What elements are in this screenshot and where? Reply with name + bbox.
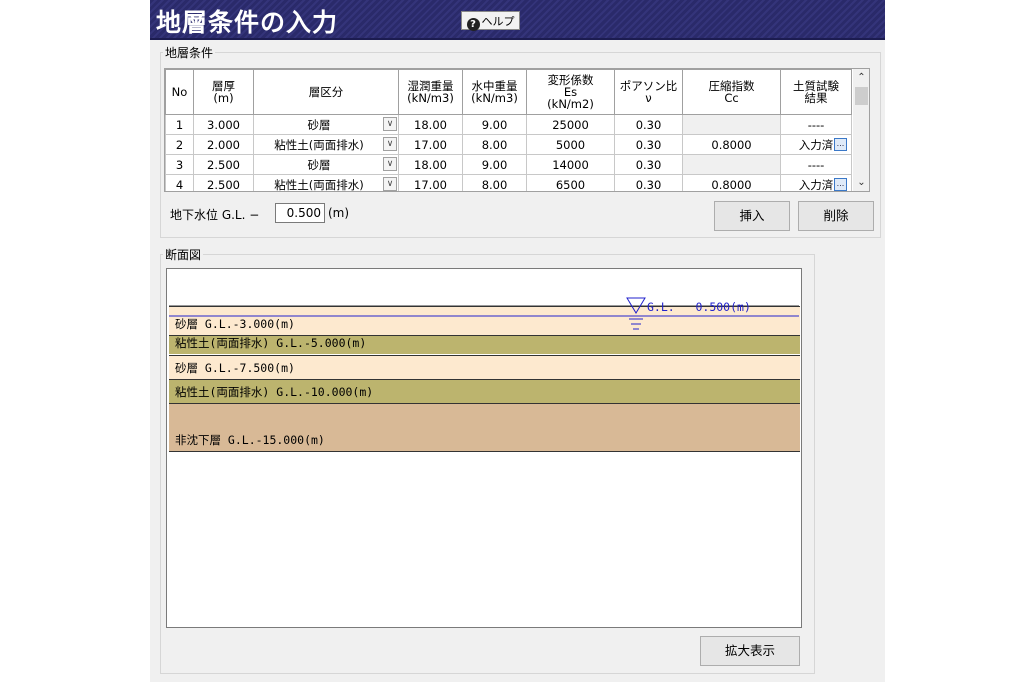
header-col-poisson: ポアソン比 ν [614, 69, 683, 115]
header-col-no: No [165, 69, 194, 115]
insert-button[interactable]: 挿入 [714, 201, 790, 231]
chevron-down-icon[interactable]: ∨ [383, 177, 397, 191]
table-row[interactable]: 3 2.500 砂層 ∨ 18.00 9.00 14000 0.30 ---- [165, 154, 852, 175]
cell-type[interactable]: 砂層 ∨ [253, 114, 399, 135]
cell-sub[interactable]: 8.00 [462, 134, 527, 155]
header-col-thickness: 層厚 (m) [193, 69, 254, 115]
cell-no[interactable]: 4 [165, 174, 194, 191]
gl-label: G.L. [647, 300, 675, 314]
test-result-value: ---- [807, 117, 825, 132]
cell-thickness[interactable]: 2.500 [193, 154, 254, 175]
strata-grid: No 層厚 (m) 層区分 湿潤重量 (kN/m3) 水中重量 (kN/m3) 変形係数 … [165, 69, 852, 192]
cell-cc[interactable]: 0.8000 [682, 174, 781, 191]
cell-wet[interactable]: 18.00 [398, 154, 463, 175]
cell-sub[interactable]: 9.00 [462, 154, 527, 175]
cell-cc[interactable]: 0.8000 [682, 134, 781, 155]
table-header-row: No 層厚 (m) 層区分 湿潤重量 (kN/m3) 水中重量 (kN/m3) 変形係数 … [165, 69, 852, 115]
header-col-type: 層区分 [253, 69, 399, 115]
cell-result[interactable]: 入力済... [780, 134, 852, 155]
zoom-display-button[interactable]: 拡大表示 [700, 636, 800, 666]
cell-result[interactable]: ---- [780, 154, 852, 175]
cell-no[interactable]: 2 [165, 134, 194, 155]
cross-section-view: 砂層 G.L.-3.000(m) 粘性土(両面排水) G.L.-5.000(m) 砂… [166, 268, 802, 628]
header-col-sub-weight: 水中重量 (kN/m3) [462, 69, 527, 115]
help-button[interactable]: ? ヘルプ [461, 11, 520, 31]
layer-type-value: 砂層 [307, 157, 331, 172]
cell-nu[interactable]: 0.30 [614, 114, 683, 135]
cell-thickness[interactable]: 2.500 [193, 174, 254, 191]
chevron-down-icon[interactable]: ∨ [383, 117, 397, 131]
ellipsis-icon[interactable]: ... [834, 138, 847, 151]
cell-nu[interactable]: 0.30 [614, 174, 683, 191]
soil-layer: 砂層 G.L.-7.500(m) [169, 354, 800, 379]
table-row[interactable]: 1 3.000 砂層 ∨ 18.00 9.00 25000 0.30 ---- [165, 114, 852, 135]
test-result-value: 入力済 [798, 177, 834, 192]
header-col-wet-weight: 湿潤重量 (kN/m3) [398, 69, 463, 115]
test-result-value: 入力済 [798, 137, 834, 152]
title-bar: 地層条件の入力 ? ヘルプ [150, 0, 885, 40]
table-row[interactable]: 2 2.000 粘性土(両面排水) ∨ 17.00 8.00 5000 0.30 0.8000 入… [165, 134, 852, 155]
chevron-down-icon[interactable]: ∨ [383, 157, 397, 171]
water-level-label: G.L. 0.500(m) [647, 300, 751, 314]
cell-cc[interactable] [682, 154, 781, 175]
cell-thickness[interactable]: 3.000 [193, 114, 254, 135]
cell-result[interactable]: ---- [780, 114, 852, 135]
soil-layer-label: 非沈下層 G.L.-15.000(m) [175, 432, 325, 447]
question-icon: ? [466, 18, 480, 31]
strata-group-label: 地層条件 [163, 44, 216, 61]
soil-layer: 粘性土(両面排水) G.L.-10.000(m) [169, 378, 800, 403]
cell-sub[interactable]: 9.00 [462, 114, 527, 135]
section-group-label: 断面図 [163, 246, 204, 263]
chevron-down-icon[interactable]: ∨ [383, 137, 397, 151]
header-col-cc: 圧縮指数 Cc [682, 69, 781, 115]
scroll-thumb[interactable] [855, 87, 868, 105]
water-depth-value: 0.500(m) [695, 300, 751, 314]
cell-wet[interactable]: 17.00 [398, 174, 463, 191]
soil-layer-label: 粘性土(両面排水) G.L.-10.000(m) [175, 385, 374, 399]
layer-type-value: 砂層 [307, 117, 331, 132]
cell-es[interactable]: 5000 [526, 134, 615, 155]
groundwater-label: 地下水位 G.L. − [170, 208, 260, 222]
cell-cc[interactable] [682, 114, 781, 135]
scroll-down-icon[interactable]: ⌄ [853, 174, 869, 191]
cell-nu[interactable]: 0.30 [614, 154, 683, 175]
cell-sub[interactable]: 8.00 [462, 174, 527, 191]
cell-wet[interactable]: 18.00 [398, 114, 463, 135]
header-col-es: 変形係数 Es (kN/m2) [526, 69, 615, 115]
soil-layer-label: 砂層 G.L.-7.500(m) [175, 360, 295, 375]
ellipsis-icon[interactable]: ... [834, 178, 847, 191]
layer-type-value: 粘性土(両面排水) [274, 137, 364, 152]
cell-result[interactable]: 入力済... [780, 174, 852, 192]
scroll-up-icon[interactable]: ⌃ [853, 69, 869, 86]
cell-type[interactable]: 粘性土(両面排水) ∨ [253, 174, 399, 192]
cell-no[interactable]: 3 [165, 154, 194, 175]
soil-layer: 非沈下層 G.L.-15.000(m) [169, 403, 800, 452]
cell-es[interactable]: 14000 [526, 154, 615, 175]
cell-type[interactable]: 粘性土(両面排水) ∨ [253, 134, 399, 155]
groundwater-unit: (m) [328, 206, 350, 220]
delete-button[interactable]: 削除 [798, 201, 874, 231]
table-scrollbar[interactable]: ⌃ ⌄ [853, 69, 869, 191]
cell-nu[interactable]: 0.30 [614, 134, 683, 155]
strata-table[interactable]: No 層厚 (m) 層区分 湿潤重量 (kN/m3) 水中重量 (kN/m3) 変形係数 … [164, 68, 870, 192]
help-label: ヘルプ [481, 15, 515, 28]
cell-no[interactable]: 1 [165, 114, 194, 135]
cell-type[interactable]: 砂層 ∨ [253, 154, 399, 175]
test-result-value: ---- [807, 157, 825, 172]
table-row[interactable]: 4 2.500 粘性土(両面排水) ∨ 17.00 8.00 6500 0.30 0.8000 入… [165, 174, 852, 192]
window-title: 地層条件の入力 [156, 8, 339, 37]
layer-type-value: 粘性土(両面排水) [274, 177, 364, 192]
cell-thickness[interactable]: 2.000 [193, 134, 254, 155]
cell-es[interactable]: 6500 [526, 174, 615, 191]
groundwater-input[interactable]: 0.500 [275, 203, 325, 223]
cell-wet[interactable]: 17.00 [398, 134, 463, 155]
cell-es[interactable]: 25000 [526, 114, 615, 135]
header-col-test-result: 土質試験 結果 [780, 69, 852, 115]
strata-input-window: 地層条件の入力 ? ヘルプ 地層条件 No 層厚 (m) 層区分 湿潤重量 (kN/m3… [150, 0, 885, 682]
